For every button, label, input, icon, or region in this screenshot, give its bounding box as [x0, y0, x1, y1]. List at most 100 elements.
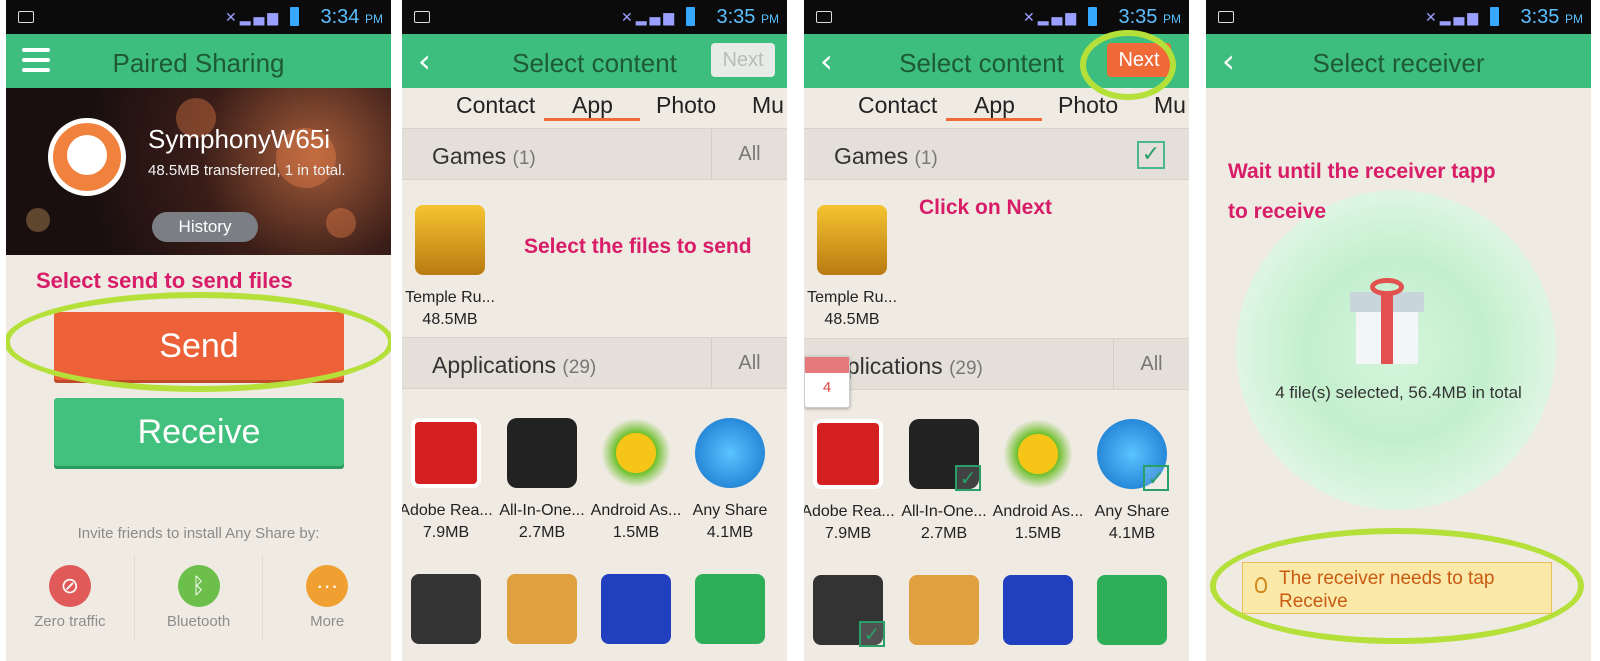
highlight-ellipse [1210, 528, 1584, 644]
games-selected-checkbox[interactable]: ✓ [1137, 141, 1165, 169]
tab-photo[interactable]: Photo [1058, 92, 1118, 119]
share-options: ⊘ Zero traffic ᛒ Bluetooth ··· More [6, 555, 391, 641]
app-header: ‹ Select content Next [402, 34, 787, 88]
content-tabs: Contact App Photo Mu [804, 88, 1189, 124]
battery-icon [1088, 7, 1097, 26]
share-option-more[interactable]: ··· More [263, 555, 391, 641]
share-option-zero-traffic[interactable]: ⊘ Zero traffic [6, 555, 135, 641]
android-assistant-icon [601, 418, 671, 488]
contacts-app-icon [507, 574, 577, 644]
section-applications: Applications (29) All [402, 337, 787, 389]
signal-icons: ✕▂▄▆ [224, 10, 281, 26]
tab-contact[interactable]: Contact [858, 92, 937, 119]
bluetooth-icon: ᛒ [177, 565, 220, 607]
app-name: Android As... [590, 502, 682, 519]
selected-check-icon: ✓ [859, 621, 885, 647]
tab-music[interactable]: Mu [752, 92, 784, 119]
app-size: 4.1MB [706, 524, 754, 541]
content-tabs: Contact App Photo Mu [402, 88, 787, 124]
screen-paired-sharing: ✕▂▄▆ 3:34 PM Paired Sharing SymphonyW65i… [6, 0, 391, 661]
zero-traffic-icon: ⊘ [48, 565, 91, 607]
select-all-applications[interactable]: All [1113, 339, 1189, 389]
android-assistant-icon [1003, 419, 1073, 489]
screen-select-content-selected: ✕▂▄▆ 3:35 PM ‹ Select content Next Conta… [804, 0, 1189, 661]
tab-contact[interactable]: Contact [456, 92, 535, 119]
share-option-bluetooth[interactable]: ᛒ Bluetooth [135, 555, 264, 641]
highlight-ellipse [6, 292, 391, 392]
share-option-label: Bluetooth [166, 613, 231, 630]
annotation-click-next: Click on Next [919, 196, 1053, 219]
app-item-contacts[interactable] [494, 574, 590, 644]
next-button[interactable]: Next [711, 43, 775, 77]
selected-check-icon: ✓ [955, 465, 981, 491]
app-size: 4.1MB [1108, 525, 1156, 542]
app-name: Adobe Rea... [804, 503, 895, 520]
gallery-notification-icon [414, 11, 430, 23]
section-title: pplications (29) [834, 353, 983, 379]
app-item-adobe-reader[interactable]: Adobe Rea... 7.9MB [402, 418, 494, 542]
select-all-games[interactable]: All [711, 129, 787, 179]
app-item-dictionary[interactable] [588, 574, 684, 644]
app-size: 7.9MB [422, 524, 470, 541]
app-item-contacts[interactable] [896, 575, 992, 645]
battery-icon [686, 7, 695, 26]
temple-run-icon [817, 205, 887, 275]
section-title: Games (1) [432, 143, 536, 169]
app-size: 1.5MB [1014, 525, 1062, 542]
status-bar: ✕▂▄▆ 3:34 PM [6, 0, 391, 34]
app-item-all-in-one[interactable]: All-In-One... 2.7MB [494, 418, 590, 542]
app-name: Temple Ru... [807, 289, 897, 306]
device-card: SymphonyW65i 48.5MB transferred, 1 in to… [6, 88, 391, 255]
select-all-applications[interactable]: All [711, 338, 787, 388]
status-clock: 3:35 PM [1520, 6, 1584, 28]
more-icon: ··· [306, 565, 349, 607]
app-item-all-in-one[interactable]: ✓ All-In-One... 2.7MB [896, 419, 992, 543]
annotation-select-send: Select send to send files [36, 268, 293, 293]
gallery-notification-icon [816, 11, 832, 23]
screen-select-content: ✕▂▄▆ 3:35 PM ‹ Select content Next Conta… [402, 0, 787, 661]
app-item-temple-run[interactable]: Temple Ru... 48.5MB [402, 205, 498, 329]
app-name: Temple Ru... [405, 289, 495, 306]
app-item-android-assistant[interactable]: Android As... 1.5MB [990, 419, 1086, 543]
status-bar: ✕▂▄▆ 3:35 PM [402, 0, 787, 34]
app-item-espn[interactable] [682, 574, 778, 644]
selected-check-icon: ✓ [1143, 465, 1169, 491]
section-games: Games (1) ✓ [804, 128, 1189, 180]
app-item-any-share[interactable]: Any Share 4.1MB [682, 418, 778, 542]
app-size: 48.5MB [824, 311, 880, 328]
any-share-icon: ✓ [1097, 419, 1169, 491]
app-item-espn[interactable] [1084, 575, 1180, 645]
annotation-wait-line1: Wait until the receiver tapp [1228, 160, 1496, 183]
contacts-app-icon [909, 575, 979, 645]
battery-app-icon: ✓ [813, 575, 885, 647]
app-item-any-share[interactable]: ✓ Any Share 4.1MB [1084, 419, 1180, 543]
battery-app-icon [411, 574, 481, 644]
receive-button[interactable]: Receive [54, 398, 344, 466]
app-name: Any Share [692, 502, 768, 519]
app-item-temple-run[interactable]: Temple Ru... 48.5MB [804, 205, 900, 329]
device-stats: 48.5MB transferred, 1 in total. [148, 162, 346, 179]
app-item-battery[interactable] [402, 574, 494, 644]
app-item-android-assistant[interactable]: Android As... 1.5MB [588, 418, 684, 542]
dictionary-app-icon [1003, 575, 1073, 645]
app-size: 2.7MB [920, 525, 968, 542]
tab-music[interactable]: Mu [1154, 92, 1186, 119]
app-item-battery[interactable]: ✓ [804, 575, 896, 647]
app-header: Paired Sharing [6, 34, 391, 88]
section-title: Applications (29) [432, 352, 597, 378]
selected-count-badge[interactable]: 4 [804, 356, 850, 408]
app-name: All-In-One... [499, 502, 585, 519]
avatar[interactable] [48, 118, 126, 196]
page-title: Paired Sharing [112, 48, 285, 78]
tab-app[interactable]: App [974, 92, 1015, 119]
invite-text: Invite friends to install Any Share by: [77, 525, 320, 542]
signal-icons: ✕▂▄▆ [1424, 10, 1481, 26]
tab-photo[interactable]: Photo [656, 92, 716, 119]
history-button[interactable]: History [152, 212, 258, 242]
tab-app[interactable]: App [572, 92, 613, 119]
app-item-dictionary[interactable] [990, 575, 1086, 645]
annotation-wait-line2: to receive [1228, 200, 1327, 223]
dictionary-app-icon [601, 574, 671, 644]
app-item-adobe-reader[interactable]: Adobe Rea... 7.9MB [804, 419, 896, 543]
battery-icon [1490, 7, 1499, 26]
